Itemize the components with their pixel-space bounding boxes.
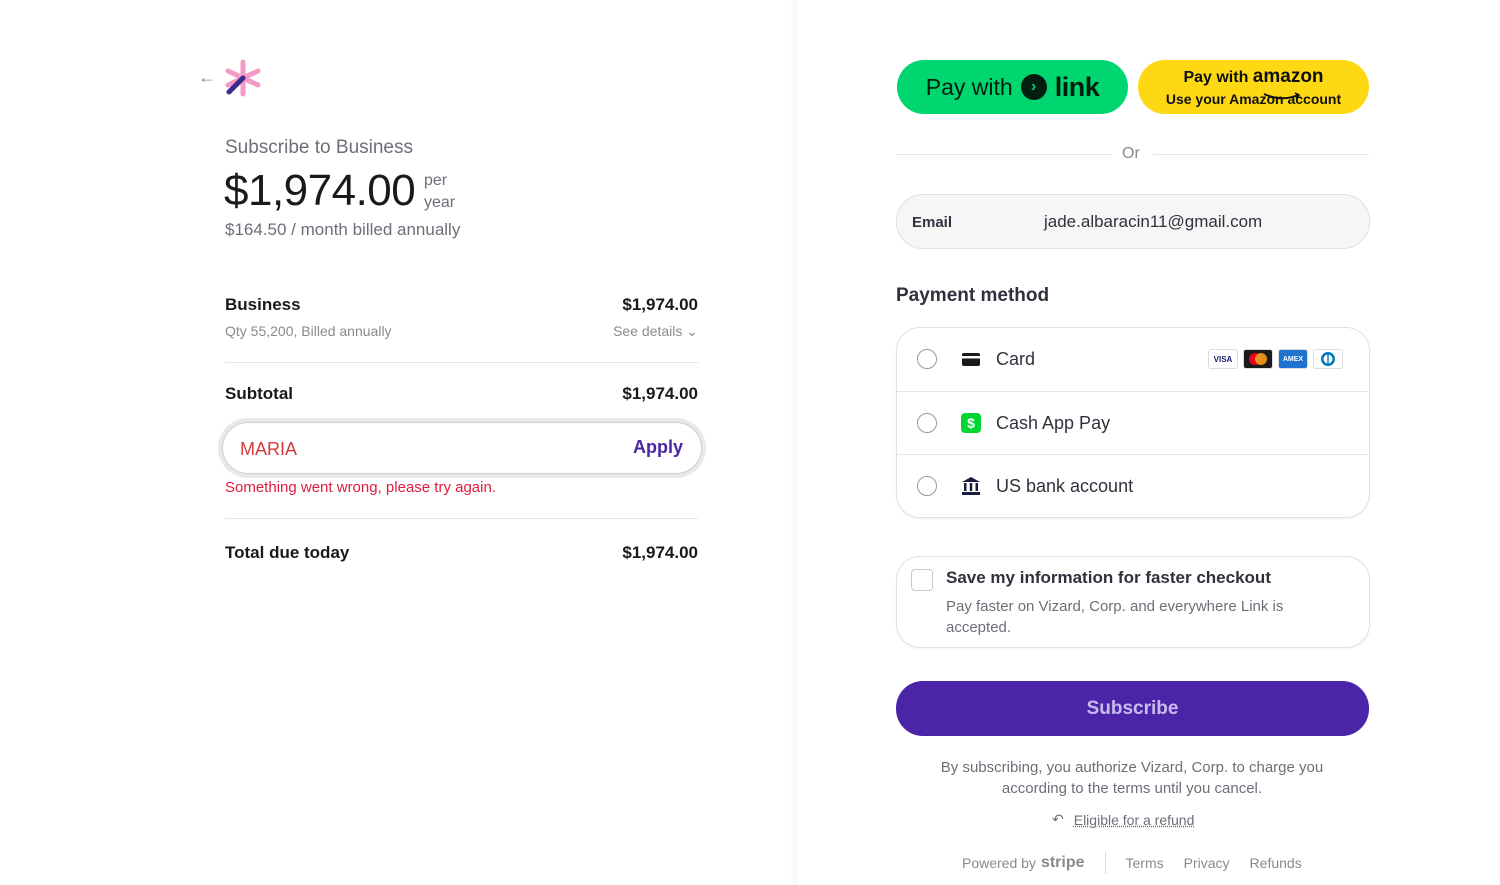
amazon-brand: amazon — [1252, 66, 1324, 87]
svg-text:$: $ — [967, 415, 975, 431]
amazon-button-prefix: Pay with — [1183, 69, 1249, 86]
link-chevron-icon: › — [1020, 74, 1047, 100]
bank-icon — [962, 477, 980, 495]
or-divider-left — [896, 154, 1112, 155]
divider — [225, 518, 698, 519]
or-divider-right — [1153, 154, 1369, 155]
visa-icon: VISA — [1208, 349, 1238, 369]
payment-option-cash-app[interactable]: $ Cash App Pay — [897, 391, 1369, 454]
pay-with-link-button[interactable]: Pay with › link — [897, 60, 1128, 114]
mastercard-icon — [1243, 349, 1273, 369]
card-icon — [962, 353, 980, 366]
see-details-link[interactable]: See details ⌄ — [613, 323, 698, 340]
amazon-smile-icon — [1263, 92, 1301, 100]
price-period-line1: per — [424, 172, 448, 189]
vizard-logo — [225, 59, 261, 97]
privacy-link[interactable]: Privacy — [1184, 855, 1230, 871]
email-value: jade.albaracin11@gmail.com — [1044, 212, 1263, 231]
amazon-button-sub: Use your Amazon account — [1165, 91, 1342, 107]
save-info-box: Save my information for faster checkout … — [896, 556, 1370, 648]
bank-radio[interactable] — [917, 476, 937, 496]
refund-link[interactable]: ↶ Eligible for a refund — [1052, 811, 1194, 828]
line-item-meta: Qty 55,200, Billed annually — [225, 323, 392, 339]
divider — [225, 362, 698, 363]
payment-method-title: Payment method — [896, 285, 1050, 306]
card-brands: VISA AMEX — [1208, 349, 1343, 369]
chevron-down-icon: ⌄ — [686, 323, 698, 339]
link-brand: link — [1054, 71, 1100, 102]
terms-link[interactable]: Terms — [1126, 855, 1164, 871]
refund-label: Eligible for a refund — [1073, 811, 1195, 828]
cash-app-label: Cash App Pay — [996, 413, 1111, 433]
undo-arrow-icon: ↶ — [1052, 811, 1064, 827]
link-button-prefix: Pay with — [925, 73, 1013, 100]
email-label: Email — [912, 214, 953, 231]
cash-app-icon: $ — [961, 413, 981, 433]
line-item-price: $1,974.00 — [622, 295, 698, 314]
back-arrow-icon[interactable]: ← — [198, 66, 218, 88]
save-info-title: Save my information for faster checkout — [946, 568, 1271, 587]
card-label: Card — [996, 349, 1036, 369]
save-info-checkbox[interactable] — [911, 569, 933, 591]
amex-icon: AMEX — [1278, 349, 1308, 369]
diners-icon — [1313, 349, 1343, 369]
footer-separator — [1104, 852, 1106, 874]
apply-promo-button[interactable]: Apply — [633, 437, 683, 458]
cash-app-radio[interactable] — [917, 413, 937, 433]
line-item-name: Business — [225, 295, 301, 314]
subtotal-label: Subtotal — [225, 384, 293, 403]
pay-with-amazon-button[interactable]: Pay with amazon Use your Amazon account — [1138, 60, 1369, 114]
legal-text: By subscribing, you authorize Vizard, Co… — [940, 759, 1324, 797]
save-info-desc: Pay faster on Vizard, Corp. and everywhe… — [946, 598, 1284, 636]
payment-option-bank[interactable]: US bank account — [897, 454, 1369, 517]
payment-method-list: Card VISA AMEX $ Cash App Pay US bank ac… — [896, 327, 1370, 518]
footer: Powered by stripe Terms Privacy Refunds — [962, 852, 1322, 874]
see-details-label: See details — [613, 323, 683, 339]
subscribe-title: Subscribe to Business — [225, 137, 413, 158]
card-radio[interactable] — [917, 349, 937, 369]
plan-price: $1,974.00 — [224, 166, 416, 215]
amazon-button-title: Pay with amazon — [1138, 66, 1369, 88]
powered-by-label: Powered by — [962, 855, 1036, 871]
or-label: Or — [1122, 145, 1140, 162]
subtotal-value: $1,974.00 — [622, 384, 698, 403]
promo-code-field: Apply — [222, 422, 702, 474]
promo-error-message: Something went wrong, please try again. — [225, 479, 496, 496]
price-period-line2: year — [424, 194, 456, 211]
refunds-link[interactable]: Refunds — [1250, 855, 1302, 871]
bank-label: US bank account — [996, 476, 1134, 496]
stripe-logo[interactable]: stripe — [1041, 854, 1085, 872]
payment-option-card[interactable]: Card VISA AMEX — [897, 328, 1369, 391]
email-field[interactable]: Email jade.albaracin11@gmail.com — [896, 194, 1370, 249]
total-due-value: $1,974.00 — [622, 543, 698, 562]
subscribe-button[interactable]: Subscribe — [896, 681, 1369, 736]
total-due-label: Total due today — [225, 543, 350, 562]
price-period: per year — [424, 170, 455, 214]
monthly-note: $164.50 / month billed annually — [225, 220, 461, 239]
promo-code-input[interactable] — [240, 435, 600, 463]
